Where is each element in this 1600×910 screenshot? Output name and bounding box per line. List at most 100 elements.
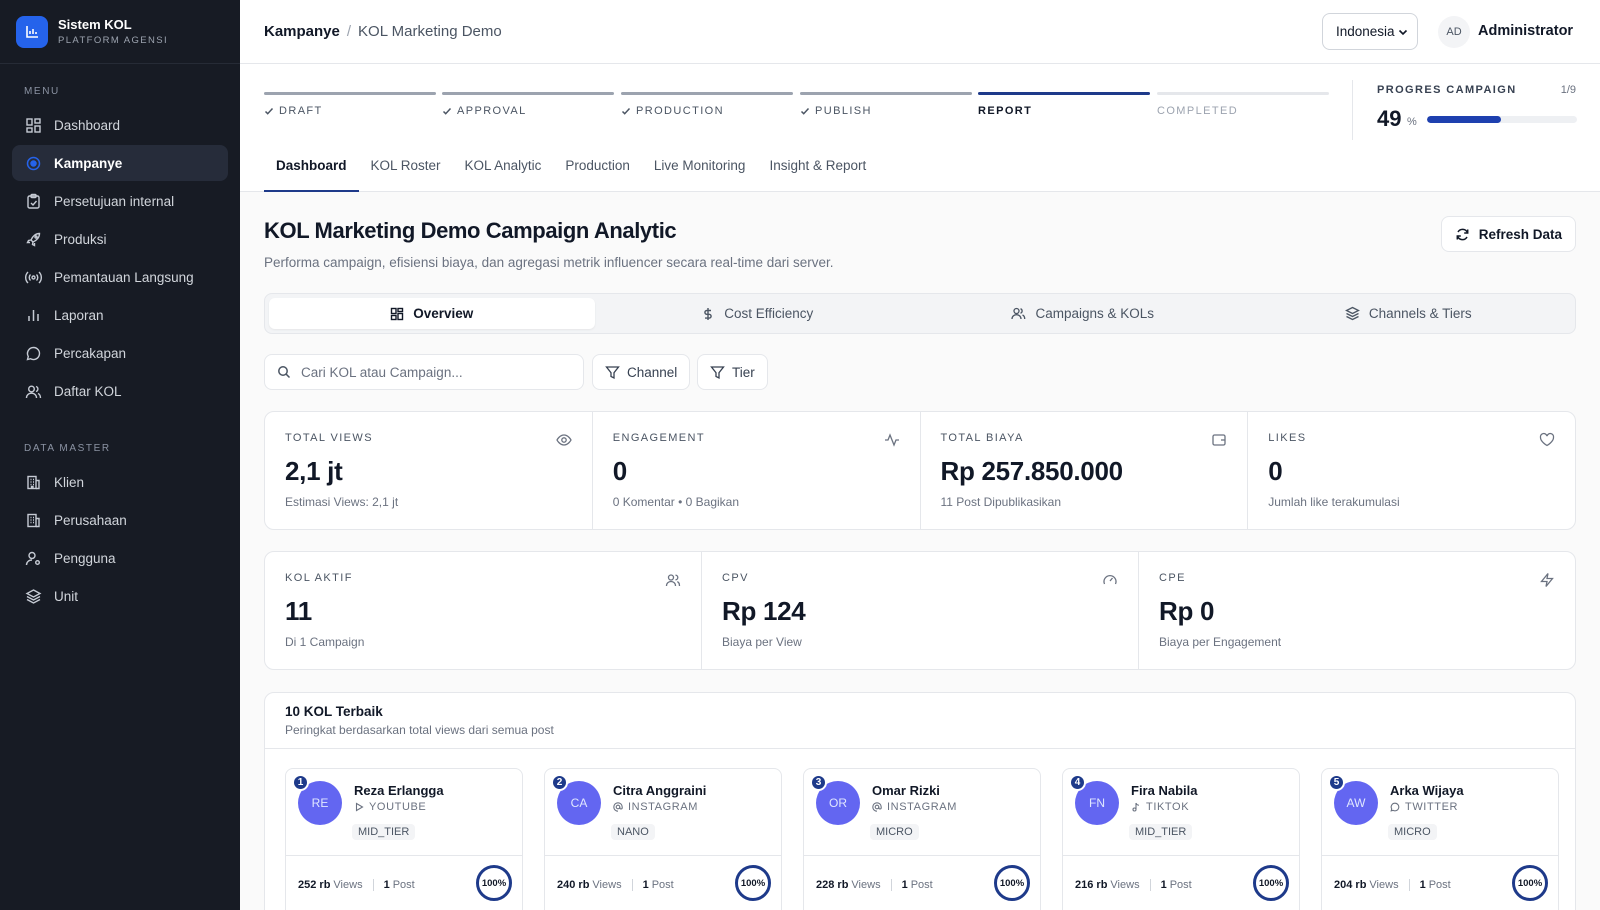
filter-icon bbox=[605, 365, 620, 380]
tier-filter-button[interactable]: Tier bbox=[697, 354, 768, 390]
sidebar-item-label: Produksi bbox=[54, 231, 107, 247]
step-publish[interactable]: PUBLISH bbox=[800, 92, 972, 117]
stat-cpe: CPE Rp 0 Biaya per Engagement bbox=[1139, 552, 1575, 669]
post-unit: Post bbox=[910, 879, 933, 891]
search-box[interactable] bbox=[264, 354, 584, 390]
stat-value: Rp 124 bbox=[722, 596, 806, 626]
refresh-data-button[interactable]: Refresh Data bbox=[1440, 216, 1576, 252]
card-divider bbox=[804, 855, 1040, 856]
kol-channel-label: INSTAGRAM bbox=[628, 801, 698, 813]
kol-card[interactable]: RE 1 Reza Erlangga YOUTUBE MID_TIER 252 … bbox=[285, 768, 523, 910]
kol-card[interactable]: OR 3 Omar Rizki INSTAGRAM MICRO 228 rb Vi… bbox=[803, 768, 1041, 910]
sidebar-item-laporan[interactable]: Laporan bbox=[12, 297, 228, 333]
stats-row-primary: TOTAL VIEWS 2,1 jt Estimasi Views: 2,1 j… bbox=[264, 411, 1576, 530]
sidebar-item-percakapan[interactable]: Percakapan bbox=[12, 335, 228, 371]
kol-score-ring: 100% bbox=[1253, 865, 1289, 901]
play-icon bbox=[354, 802, 364, 812]
tab-kol-roster[interactable]: KOL Roster bbox=[359, 140, 453, 192]
views-unit: Views bbox=[333, 879, 363, 891]
kol-rank-badge: 5 bbox=[1328, 774, 1345, 791]
sidebar-item-pemantauan[interactable]: Pemantauan Langsung bbox=[12, 259, 228, 295]
tab-live-monitoring[interactable]: Live Monitoring bbox=[642, 140, 758, 192]
sidebar-item-label: Pemantauan Langsung bbox=[54, 269, 194, 285]
segment-channels-tiers[interactable]: Channels & Tiers bbox=[1246, 298, 1572, 329]
building-icon bbox=[24, 511, 42, 529]
tab-production[interactable]: Production bbox=[553, 140, 642, 192]
kol-channel: YOUTUBE bbox=[354, 801, 426, 813]
stat-label: CPE bbox=[1159, 572, 1186, 584]
sidebar-item-klien[interactable]: Klien bbox=[12, 464, 228, 500]
stat-value: Rp 0 bbox=[1159, 596, 1215, 626]
step-report[interactable]: REPORT bbox=[978, 92, 1150, 117]
brand[interactable]: Sistem KOL PLATFORM AGENSI bbox=[0, 0, 240, 64]
wallet-icon bbox=[1211, 432, 1227, 448]
bar-chart-icon bbox=[16, 15, 48, 48]
layers-icon bbox=[1344, 306, 1360, 321]
kol-channel-label: YOUTUBE bbox=[369, 801, 427, 813]
top-kol-panel: 10 KOL Terbaik Peringkat berdasarkan tot… bbox=[264, 692, 1576, 910]
top-kol-title: 10 KOL Terbaik bbox=[285, 704, 383, 719]
stat-value: 11 bbox=[285, 596, 312, 626]
top-bar: Kampanye / KOL Marketing Demo Indonesia … bbox=[240, 0, 1600, 64]
channel-filter-button[interactable]: Channel bbox=[592, 354, 691, 390]
check-icon bbox=[264, 106, 274, 116]
clipboard-check-icon bbox=[24, 192, 42, 210]
tab-kol-analytic[interactable]: KOL Analytic bbox=[453, 140, 554, 192]
kol-tier-badge: MID_TIER bbox=[352, 824, 416, 840]
sidebar-item-kampanye[interactable]: Kampanye bbox=[12, 145, 228, 181]
kol-card[interactable]: AW 5 Arka Wijaya TWITTER MICRO 204 rb Vie… bbox=[1321, 768, 1559, 910]
language-value: Indonesia bbox=[1336, 24, 1395, 39]
step-approval[interactable]: APPROVAL bbox=[442, 92, 614, 117]
sidebar-item-persetujuan[interactable]: Persetujuan internal bbox=[12, 183, 228, 219]
kol-views: 216 rb bbox=[1075, 879, 1108, 891]
sidebar-item-perusahaan[interactable]: Perusahaan bbox=[12, 502, 228, 538]
search-input[interactable] bbox=[301, 364, 561, 380]
avatar[interactable]: AD bbox=[1438, 16, 1470, 48]
kol-channel: INSTAGRAM bbox=[613, 801, 698, 813]
tab-dashboard[interactable]: Dashboard bbox=[264, 140, 359, 192]
activity-icon bbox=[884, 432, 900, 448]
views-unit: Views bbox=[592, 879, 622, 891]
step-completed[interactable]: COMPLETED bbox=[1157, 92, 1329, 117]
kol-card[interactable]: FN 4 Fira Nabila TIKTOK MID_TIER 216 rb V… bbox=[1062, 768, 1300, 910]
stat-kol-aktif: KOL AKTIF 11 Di 1 Campaign bbox=[265, 552, 702, 669]
stat-description: 0 Komentar • 0 Bagikan bbox=[612, 495, 740, 509]
kol-channel: TIKTOK bbox=[1131, 801, 1189, 813]
views-unit: Views bbox=[851, 879, 881, 891]
step-label: COMPLETED bbox=[1157, 105, 1239, 117]
kol-views: 204 rb bbox=[1334, 879, 1367, 891]
brand-subtitle: PLATFORM AGENSI bbox=[58, 35, 169, 46]
breadcrumb-parent[interactable]: Kampanye bbox=[264, 23, 340, 40]
segment-cost-efficiency[interactable]: Cost Efficiency bbox=[595, 298, 921, 329]
kol-tier-badge: NANO bbox=[611, 824, 655, 840]
filter-icon bbox=[710, 365, 725, 380]
step-draft[interactable]: DRAFT bbox=[264, 92, 436, 117]
tab-insight-report[interactable]: Insight & Report bbox=[757, 140, 878, 192]
kol-channel-label: TIKTOK bbox=[1146, 801, 1190, 813]
breadcrumb: Kampanye / KOL Marketing Demo bbox=[264, 23, 502, 40]
tier-filter-label: Tier bbox=[732, 364, 755, 380]
campaign-tabs: Dashboard KOL Roster KOL Analytic Produc… bbox=[264, 140, 878, 192]
stat-description: Biaya per View bbox=[722, 635, 802, 649]
view-segmented-control: Overview Cost Efficiency Campaigns & KOL… bbox=[264, 293, 1576, 334]
sidebar-item-daftar-kol[interactable]: Daftar KOL bbox=[12, 373, 228, 409]
kol-card[interactable]: CA 2 Citra Anggraini INSTAGRAM NANO 240 … bbox=[544, 768, 782, 910]
step-production[interactable]: PRODUCTION bbox=[621, 92, 793, 117]
sidebar-item-pengguna[interactable]: Pengguna bbox=[12, 540, 228, 576]
segment-overview[interactable]: Overview bbox=[269, 298, 595, 329]
step-line bbox=[621, 92, 793, 95]
language-select[interactable]: Indonesia bbox=[1322, 13, 1418, 50]
target-icon bbox=[24, 154, 42, 172]
sidebar-item-dashboard[interactable]: Dashboard bbox=[12, 107, 228, 143]
brand-title: Sistem KOL bbox=[58, 17, 132, 32]
sidebar-item-label: Dashboard bbox=[54, 117, 121, 133]
stat-label: KOL AKTIF bbox=[285, 572, 353, 584]
segment-campaigns-kols[interactable]: Campaigns & KOLs bbox=[920, 298, 1246, 329]
kol-metrics: 216 rb Views 1 Post bbox=[1075, 879, 1192, 891]
user-name[interactable]: Administrator bbox=[1478, 23, 1573, 39]
stat-engagement: ENGAGEMENT 0 0 Komentar • 0 Bagikan bbox=[593, 412, 921, 529]
sidebar-item-produksi[interactable]: Produksi bbox=[12, 221, 228, 257]
refresh-icon bbox=[1455, 227, 1470, 242]
sidebar-item-unit[interactable]: Unit bbox=[12, 578, 228, 614]
sidebar-item-label: Klien bbox=[54, 474, 85, 490]
